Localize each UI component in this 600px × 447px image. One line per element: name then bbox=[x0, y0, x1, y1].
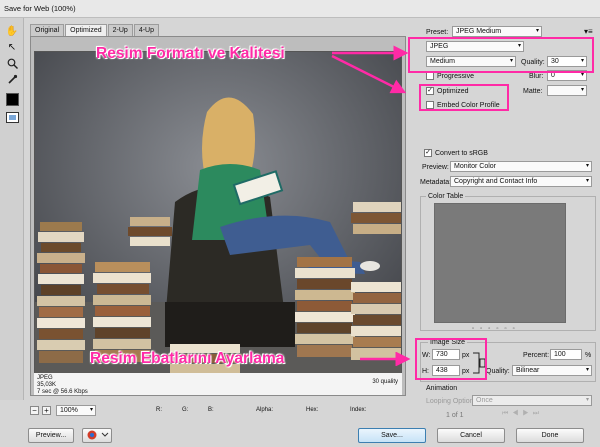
percent-input[interactable]: 100 bbox=[550, 349, 582, 360]
hand-tool-icon[interactable]: ✋ bbox=[4, 24, 20, 38]
zoom-tool-icon[interactable] bbox=[4, 56, 20, 70]
browser-icon bbox=[87, 430, 109, 440]
frame-counter: 1 of 1 bbox=[446, 412, 464, 419]
annotation-image-size: Resim Ebatlarını Ayarlama bbox=[90, 350, 285, 367]
info-download-time: 7 sec @ 56.6 Kbps bbox=[37, 389, 88, 395]
tab-original[interactable]: Original bbox=[30, 24, 65, 36]
progressive-checkbox[interactable]: Progressive bbox=[426, 72, 474, 80]
save-button[interactable]: Save... bbox=[358, 428, 426, 443]
preview-button[interactable]: Preview... bbox=[28, 428, 74, 443]
annotation-format-quality: Resim Formatı ve Kalitesi bbox=[96, 45, 285, 62]
tab-4-up[interactable]: 4-Up bbox=[133, 24, 160, 36]
looping-options-select[interactable]: Once ▾ bbox=[472, 395, 592, 406]
blur-label: Blur: bbox=[529, 73, 544, 80]
chevron-down-icon: ▾ bbox=[580, 87, 584, 93]
preset-label: Preset: bbox=[426, 29, 449, 36]
color-table-label: Color Table bbox=[426, 193, 466, 200]
toggle-slices-icon[interactable] bbox=[4, 110, 20, 124]
browser-preview-button[interactable] bbox=[82, 428, 112, 443]
metadata-select[interactable]: Copyright and Contact Info ▾ bbox=[450, 176, 592, 187]
optimize-menu-icon[interactable]: ▾≡ bbox=[584, 27, 593, 36]
preview-label: Preview: bbox=[422, 164, 449, 171]
zoom-out-button[interactable]: − bbox=[30, 406, 39, 415]
tab-2-up[interactable]: 2-Up bbox=[107, 24, 133, 36]
color-table-tool-icons[interactable]: ▫▫▫▫▫▫ bbox=[472, 326, 521, 332]
highlight-format-quality bbox=[408, 37, 594, 73]
readout-b: B: bbox=[208, 407, 214, 413]
image-info-panel: JPEG 35,03K 7 sec @ 56.6 Kbps 30 quality bbox=[34, 373, 402, 395]
zoom-select[interactable]: 100% ▾ bbox=[56, 405, 96, 416]
info-quality: 30 quality bbox=[372, 379, 398, 385]
annotation-size-arrow bbox=[360, 352, 411, 366]
readout-g: G: bbox=[182, 407, 189, 413]
slice-select-tool-icon[interactable]: ↖ bbox=[4, 40, 20, 54]
resample-quality-select[interactable]: Bilinear ▾ bbox=[512, 365, 592, 376]
status-bar: − + 100% ▾ R: G: B: Alpha: Hex: Index: bbox=[24, 404, 408, 418]
eyedropper-color-swatch[interactable] bbox=[4, 92, 20, 106]
highlight-image-size bbox=[415, 338, 487, 380]
info-format: JPEG bbox=[37, 375, 53, 381]
view-tabs: Original Optimized 2-Up 4-Up bbox=[30, 24, 160, 36]
readout-alpha: Alpha: bbox=[256, 407, 274, 413]
window-title: Save for Web (100%) bbox=[0, 0, 600, 18]
preset-select[interactable]: JPEG Medium ▾ bbox=[452, 26, 542, 37]
chevron-down-icon: ▾ bbox=[535, 28, 539, 34]
resample-quality-label: Quality: bbox=[486, 368, 510, 375]
tab-optimized[interactable]: Optimized bbox=[65, 24, 107, 36]
cancel-button[interactable]: Cancel bbox=[437, 428, 505, 443]
chevron-down-icon: ▾ bbox=[585, 397, 589, 403]
chevron-down-icon: ▾ bbox=[89, 407, 93, 413]
annotation-arrows bbox=[331, 45, 409, 94]
animation-label: Animation bbox=[426, 385, 458, 392]
chevron-down-icon: ▾ bbox=[585, 367, 589, 373]
zoom-in-button[interactable]: + bbox=[42, 406, 51, 415]
info-file-size: 35,03K bbox=[37, 382, 57, 388]
chevron-down-icon: ▾ bbox=[585, 178, 589, 184]
percent-unit: % bbox=[585, 352, 592, 359]
done-button[interactable]: Done bbox=[516, 428, 584, 443]
matte-label: Matte: bbox=[523, 88, 543, 95]
readout-hex: Hex: bbox=[306, 407, 319, 413]
chevron-down-icon: ▾ bbox=[585, 163, 589, 169]
metadata-label: Metadata: bbox=[420, 179, 452, 186]
readout-r: R: bbox=[156, 407, 162, 413]
looping-options-label: Looping Options: bbox=[426, 398, 479, 405]
percent-label: Percent: bbox=[523, 352, 550, 359]
preview-image bbox=[34, 51, 402, 378]
animation-playback-icons[interactable]: ⏮◀▶⏭ bbox=[502, 410, 543, 418]
readout-index: Index: bbox=[350, 407, 367, 413]
matte-select[interactable]: ▾ bbox=[547, 85, 587, 96]
color-table-grid[interactable] bbox=[434, 203, 566, 323]
highlight-optimized-options bbox=[419, 84, 509, 111]
eyedropper-tool-icon[interactable] bbox=[4, 72, 20, 86]
preview-select[interactable]: Monitor Color ▾ bbox=[450, 161, 592, 172]
tool-palette: ✋ ↖ bbox=[0, 18, 24, 400]
convert-srgb-checkbox[interactable]: ✓ Convert to sRGB bbox=[424, 149, 488, 157]
